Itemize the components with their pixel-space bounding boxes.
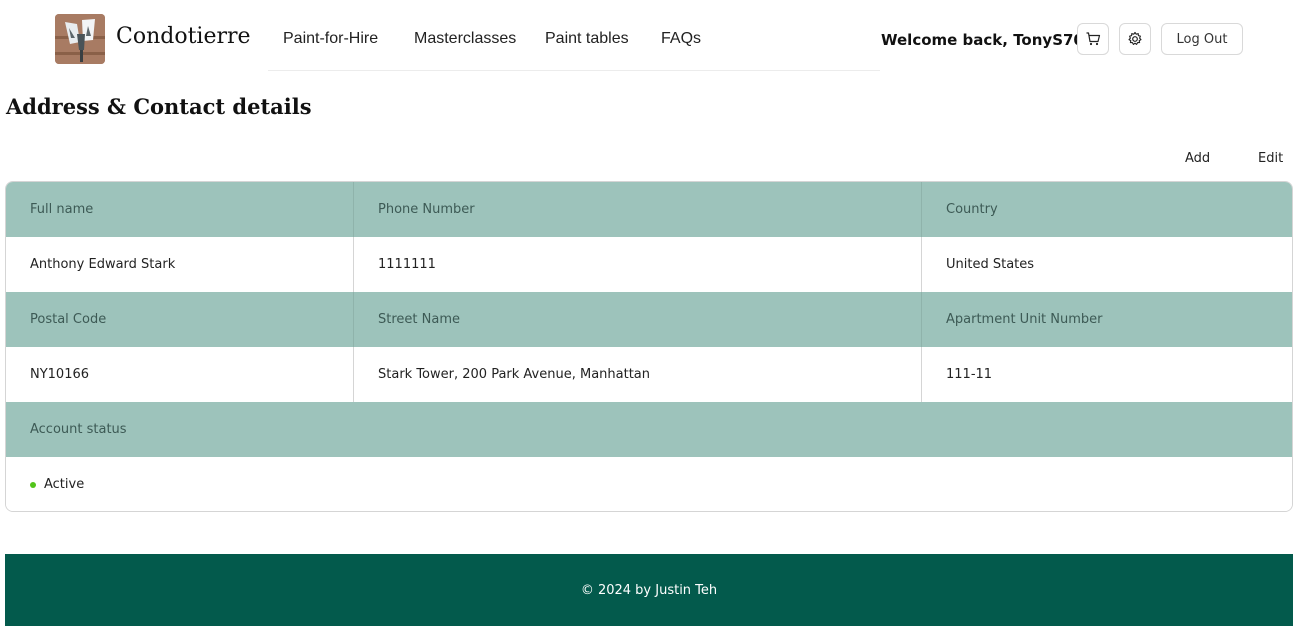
details-table: Full name Phone Number Country Anthony E… <box>5 181 1293 512</box>
header-street-name: Street Name <box>353 292 921 347</box>
value-apartment-unit: 111-11 <box>921 347 1292 402</box>
table-row: NY10166 Stark Tower, 200 Park Avenue, Ma… <box>6 347 1292 402</box>
welcome-message: Welcome back, TonyS70 <box>881 31 1084 49</box>
page-title: Address & Contact details <box>6 94 312 119</box>
site-footer: © 2024 by Justin Teh <box>5 554 1293 626</box>
add-button[interactable]: Add <box>1185 151 1210 166</box>
footer-copyright: © 2024 by Justin Teh <box>580 582 718 598</box>
site-header: Condotierre Paint-for-Hire Masterclasses… <box>0 0 1298 80</box>
value-full-name: Anthony Edward Stark <box>30 257 176 272</box>
table-header-row: Full name Phone Number Country <box>6 182 1292 237</box>
table-row: Active <box>6 457 1292 511</box>
header-apartment-unit: Apartment Unit Number <box>921 292 1292 347</box>
table-row: Anthony Edward Stark 1111111 United Stat… <box>6 237 1292 292</box>
nav-item-paint-for-hire[interactable]: Paint-for-Hire <box>283 30 378 48</box>
logout-button[interactable]: Log Out <box>1161 23 1243 55</box>
logo-image[interactable] <box>55 14 105 64</box>
account-status: Active <box>6 457 1292 511</box>
table-header-row: Postal Code Street Name Apartment Unit N… <box>6 292 1292 347</box>
edit-button[interactable]: Edit <box>1258 151 1283 166</box>
brand-name[interactable]: Condotierre <box>116 24 251 49</box>
value-street-name: Stark Tower, 200 Park Avenue, Manhattan <box>353 347 921 402</box>
nav-item-paint-tables[interactable]: Paint tables <box>545 30 629 48</box>
header-postal-code: Postal Code <box>30 312 107 327</box>
settings-button[interactable] <box>1119 23 1151 55</box>
header-country: Country <box>921 182 1292 237</box>
nav-item-faqs[interactable]: FAQs <box>661 30 701 48</box>
value-phone-number: 1111111 <box>353 237 921 292</box>
table-header-row: Account status <box>6 402 1292 457</box>
gear-icon <box>1128 31 1142 45</box>
header-account-status: Account status <box>30 422 127 437</box>
header-full-name: Full name <box>30 202 94 217</box>
cart-icon <box>1086 32 1101 46</box>
value-postal-code: NY10166 <box>30 367 90 382</box>
cart-button[interactable] <box>1077 23 1109 55</box>
value-country: United States <box>921 237 1292 292</box>
main-nav: Paint-for-Hire Masterclasses Paint table… <box>268 0 880 71</box>
status-badge: Active <box>44 477 85 492</box>
header-phone-number: Phone Number <box>353 182 921 237</box>
status-dot-icon <box>30 481 36 488</box>
nav-item-masterclasses[interactable]: Masterclasses <box>414 30 516 48</box>
